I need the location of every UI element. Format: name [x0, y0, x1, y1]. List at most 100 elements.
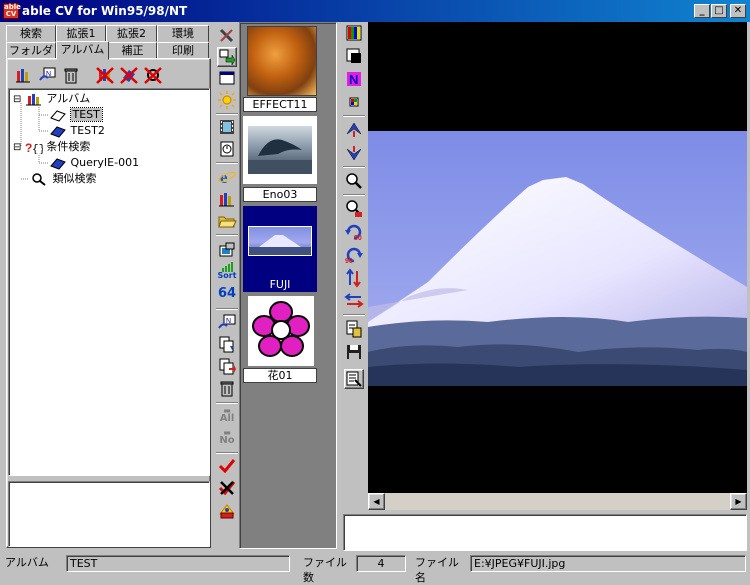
toolbar-separator [343, 194, 365, 196]
thumbnail-label-selected[interactable]: FUJI [243, 277, 317, 292]
status-file-count-value: 4 [356, 555, 406, 572]
close-button[interactable]: ✕ [730, 4, 746, 18]
sort-label: Sort [217, 271, 237, 280]
zoom-icon[interactable] [344, 171, 364, 191]
tree-label: TEST [69, 107, 103, 122]
slideshow-icon[interactable] [217, 139, 237, 159]
uncheck-icon[interactable] [217, 478, 237, 498]
previous-image-icon[interactable] [344, 120, 364, 140]
delete-item-icon[interactable] [120, 66, 138, 84]
trash-icon[interactable] [217, 378, 237, 398]
tab-ext1[interactable]: 拡張1 [56, 25, 106, 42]
tree-label: アルバム [46, 92, 91, 105]
select-none-label: No [219, 435, 235, 446]
copy-to-icon[interactable] [217, 334, 237, 354]
status-file-name-value: E:¥JPEG¥FUJI.jpg [470, 555, 746, 572]
thumbnail-label[interactable]: EFFECT11 [243, 97, 317, 112]
thumbnail-label[interactable]: 花01 [243, 368, 317, 383]
tree-node-query[interactable]: ⊟ ?{} 条件検索 [13, 139, 90, 156]
thumbnail-create-icon[interactable] [217, 240, 237, 260]
color-palette-icon[interactable] [344, 23, 364, 43]
grayscale-icon[interactable] [344, 46, 364, 66]
select-all-icon[interactable]: ▬ All [217, 406, 237, 426]
brightness-icon[interactable] [217, 90, 237, 110]
tab-search[interactable]: 検索 [6, 25, 56, 42]
move-to-icon[interactable] [217, 356, 237, 376]
tab-print[interactable]: 印刷 [157, 42, 209, 59]
image-info-box [343, 514, 747, 551]
thumbnail-image-fuji [248, 226, 312, 256]
album-detail-box [8, 481, 210, 547]
select-all-label: All [219, 413, 235, 424]
album-tree[interactable]: ⊟ アルバム TEST TEST2 ⊟ ?{} 条件検索 QueryIE-001… [8, 88, 210, 476]
window-icon[interactable] [217, 68, 237, 88]
thumbnail-label[interactable]: Eno03 [243, 187, 317, 202]
status-file-name-label: ファイル名 [415, 556, 459, 584]
status-file-count-label: ファイル数 [303, 556, 347, 584]
rotate-right-90-icon[interactable]: 90 [344, 245, 364, 265]
print-icon[interactable] [217, 500, 237, 520]
new-album-icon[interactable]: N [38, 66, 56, 84]
toolbar-separator [216, 452, 238, 454]
thumbnail-image-effect11[interactable] [247, 26, 317, 96]
scroll-left-button[interactable]: ◀ [368, 493, 385, 510]
tree-node-album[interactable]: ⊟ アルバム [13, 91, 90, 107]
svg-text:90: 90 [345, 258, 353, 265]
maximize-button[interactable]: □ [711, 4, 727, 18]
select-none-icon[interactable]: ▬ No [217, 428, 237, 448]
properties-icon[interactable] [344, 369, 364, 389]
new-item-icon[interactable]: N [217, 312, 237, 332]
album-books-icon[interactable] [217, 189, 237, 209]
expand-icon[interactable]: ⊟ [13, 142, 21, 153]
fuji-image [368, 131, 747, 386]
film-icon[interactable] [217, 117, 237, 137]
folder-open-icon[interactable] [217, 211, 237, 231]
status-bar: アルバム TEST ファイル数 4 ファイル名 E:¥JPEG¥FUJI.jpg [0, 553, 750, 584]
negative-icon[interactable]: N [344, 69, 364, 89]
thumbnail-frame-selected[interactable] [243, 206, 317, 278]
thumbnail-size-64[interactable]: 64 [217, 284, 237, 304]
tools-icon[interactable] [217, 26, 237, 46]
tab-album[interactable]: アルバム [56, 41, 109, 60]
toolbar-separator [216, 308, 238, 310]
tree-node-test[interactable]: TEST [49, 107, 103, 123]
tab-folder[interactable]: フォルダ [6, 42, 56, 59]
delete-query-icon[interactable] [144, 66, 162, 84]
zoom-fit-icon[interactable] [344, 199, 364, 219]
tree-node-similar[interactable]: 類似検索 [31, 171, 97, 187]
status-album-value: TEST [66, 555, 290, 572]
image-viewer[interactable] [368, 22, 747, 493]
thumbnail-frame[interactable] [243, 116, 317, 184]
tab-correction[interactable]: 補正 [108, 42, 157, 59]
tree-label: 類似検索 [52, 172, 97, 185]
thumbnail-image-flower[interactable] [248, 296, 314, 366]
move-copy-icon[interactable] [217, 47, 237, 67]
flip-horizontal-icon[interactable] [344, 291, 364, 311]
tab-ext2[interactable]: 拡張2 [106, 25, 157, 42]
next-image-icon[interactable] [344, 143, 364, 163]
tree-node-queryie[interactable]: QueryIE-001 [49, 155, 139, 171]
internet-explorer-icon[interactable]: e [217, 167, 237, 187]
check-mark-icon[interactable] [217, 456, 237, 476]
minimize-button[interactable]: _ [694, 4, 710, 18]
tab-environment[interactable]: 環境 [157, 25, 209, 42]
tree-node-test2[interactable]: TEST2 [49, 123, 105, 139]
window-title: able CV for Win95/98/NT [22, 4, 188, 18]
rotate-left-90-icon[interactable]: 90 [344, 222, 364, 242]
save-disk-icon[interactable] [344, 342, 364, 362]
color-reduce-icon[interactable] [344, 92, 364, 112]
tree-label: TEST2 [70, 124, 105, 137]
flip-vertical-icon[interactable] [344, 268, 364, 288]
scroll-right-button[interactable]: ▶ [730, 493, 747, 510]
svg-text:90: 90 [354, 235, 362, 242]
toolbar-separator [343, 314, 365, 316]
horizontal-scrollbar[interactable]: ◀ ▶ [368, 493, 747, 510]
expand-icon[interactable]: ⊟ [13, 94, 21, 105]
album-icon[interactable] [14, 66, 32, 84]
sort-icon[interactable]: Sort [217, 262, 237, 282]
copy-image-icon[interactable] [344, 319, 364, 339]
trash-icon[interactable] [62, 66, 80, 84]
thumbnail-image-eno03 [248, 126, 312, 174]
delete-album-icon[interactable] [96, 66, 114, 84]
svg-text:N: N [349, 72, 358, 87]
